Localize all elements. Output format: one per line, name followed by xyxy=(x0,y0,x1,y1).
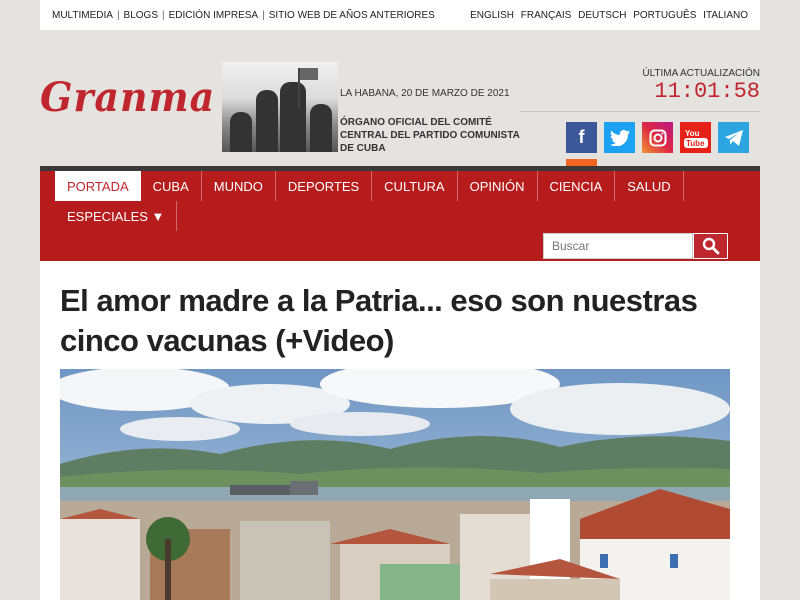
divider xyxy=(520,111,760,112)
instagram-icon[interactable] xyxy=(642,122,673,153)
youtube-icon[interactable]: You Tube xyxy=(680,122,711,153)
lang-english[interactable]: ENGLISH xyxy=(470,10,514,21)
search-box xyxy=(543,233,728,259)
organ-description: ÓRGANO OFICIAL DEL COMITÉ CENTRAL DEL PA… xyxy=(340,117,520,154)
nav-item-cultura[interactable]: CULTURA xyxy=(372,171,458,201)
lang-german[interactable]: DEUTSCH xyxy=(578,10,626,21)
nav-item-salud[interactable]: SALUD xyxy=(615,171,684,201)
page: MULTIMEDIA | BLOGS | EDICIÓN IMPRESA | SITIO W… xyxy=(40,0,760,600)
language-links: ENGLISH FRANÇAIS DEUTSCH PORTUGUÊS ITALI… xyxy=(466,10,748,21)
last-update: ÚLTIMA ACTUALIZACIÓN 11:01:58 xyxy=(642,68,760,104)
article: El amor madre a la Patria... eso son nue… xyxy=(40,261,760,600)
telegram-icon[interactable] xyxy=(718,122,749,153)
nav-menu: PORTADA CUBA MUNDO DEPORTES CULTURA OPIN… xyxy=(55,171,755,231)
facebook-icon[interactable]: f xyxy=(566,122,597,153)
top-links: MULTIMEDIA | BLOGS | EDICIÓN IMPRESA | SITIO W… xyxy=(52,9,435,21)
nav-item-mundo[interactable]: MUNDO xyxy=(202,171,276,201)
lang-italian[interactable]: ITALIANO xyxy=(703,10,748,21)
article-title[interactable]: El amor madre a la Patria... eso son nue… xyxy=(60,281,700,361)
main-nav: PORTADA CUBA MUNDO DEPORTES CULTURA OPIN… xyxy=(40,166,760,261)
nav-item-deportes[interactable]: DEPORTES xyxy=(276,171,373,201)
previous-years-link[interactable]: SITIO WEB DE AÑOS ANTERIORES xyxy=(269,10,435,21)
current-date: LA HABANA, 20 DE MARZO DE 2021 xyxy=(340,88,510,99)
lang-portuguese[interactable]: PORTUGUÊS xyxy=(633,10,696,21)
search-input[interactable] xyxy=(543,233,693,259)
blogs-link[interactable]: BLOGS xyxy=(124,10,158,21)
edicion-impresa-link[interactable]: EDICIÓN IMPRESA xyxy=(169,10,258,21)
search-icon xyxy=(702,237,719,255)
lang-french[interactable]: FRANÇAIS xyxy=(521,10,572,21)
nav-item-ciencia[interactable]: CIENCIA xyxy=(538,171,616,201)
nav-item-cuba[interactable]: CUBA xyxy=(141,171,202,201)
last-update-label: ÚLTIMA ACTUALIZACIÓN xyxy=(642,68,760,79)
nav-item-especiales[interactable]: ESPECIALES ▼ xyxy=(55,201,178,231)
nav-item-portada[interactable]: PORTADA xyxy=(55,171,141,201)
header-info: LA HABANA, 20 DE MARZO DE 2021 ÓRGANO OF… xyxy=(340,88,520,155)
multimedia-link[interactable]: MULTIMEDIA xyxy=(52,10,113,21)
svg-text:You: You xyxy=(685,129,700,138)
revolution-photo xyxy=(222,62,338,152)
last-update-time: 11:01:58 xyxy=(654,79,760,104)
nav-item-opinion[interactable]: OPINIÓN xyxy=(458,171,538,201)
search-button[interactable] xyxy=(693,233,728,259)
top-bar: MULTIMEDIA | BLOGS | EDICIÓN IMPRESA | SITIO W… xyxy=(40,0,760,30)
granma-logo[interactable]: Granma xyxy=(40,74,215,121)
article-image xyxy=(60,369,730,600)
twitter-icon[interactable] xyxy=(604,122,635,153)
header: Granma LA HABANA, 20 DE MARZO DE 2021 ÓR… xyxy=(40,30,760,190)
svg-text:Tube: Tube xyxy=(686,139,705,148)
